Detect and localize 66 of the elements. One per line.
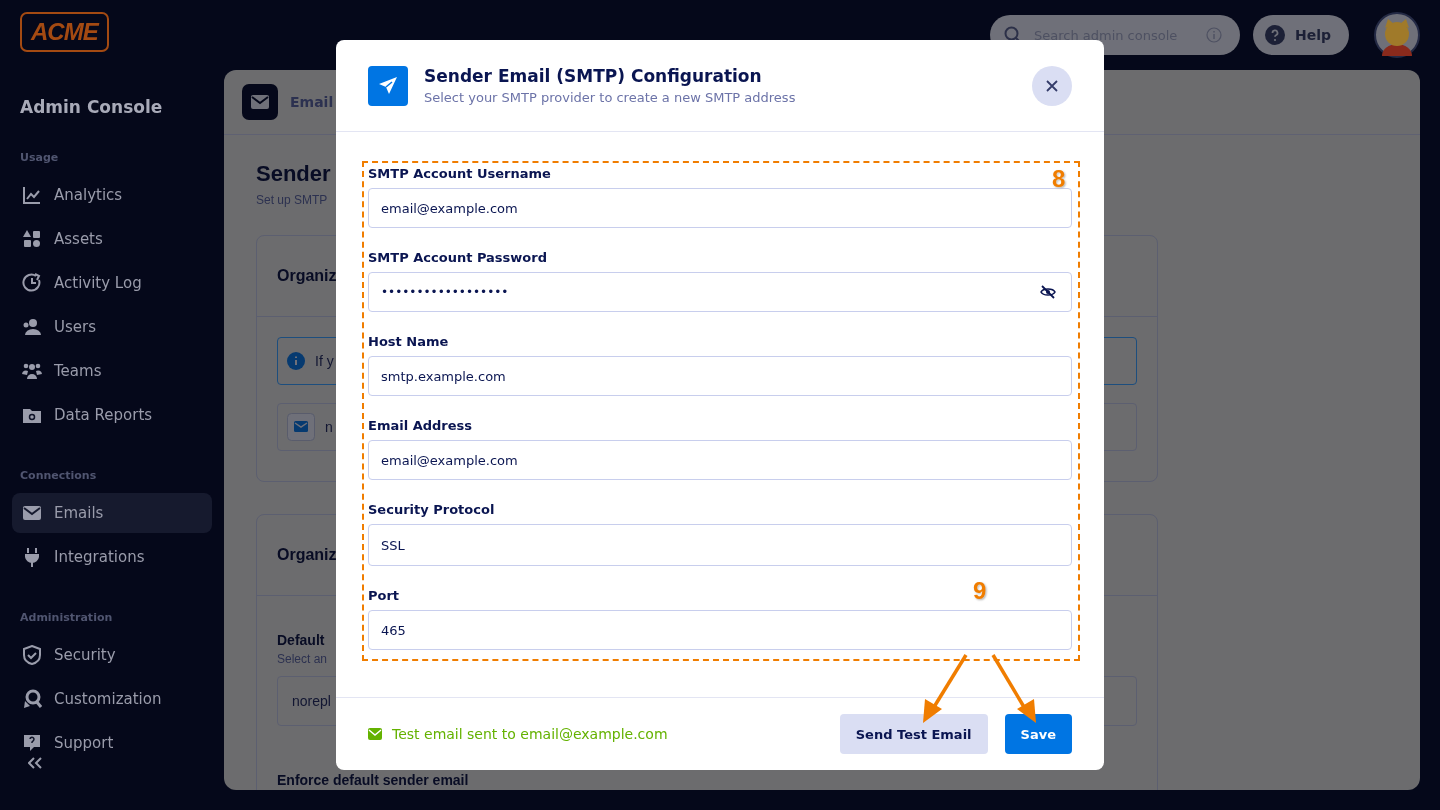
sidebar-item[interactable]: Activity Log bbox=[12, 263, 212, 303]
help-chat-icon bbox=[22, 733, 42, 753]
close-icon bbox=[1046, 79, 1058, 92]
dropdown-field[interactable]: SSL bbox=[368, 524, 1072, 566]
card-title: Organiz bbox=[277, 546, 337, 564]
section-heading: Connections bbox=[20, 469, 98, 483]
field-label: SMTP Account Password bbox=[368, 250, 547, 266]
eye-slash-icon bbox=[1040, 285, 1056, 299]
avatar bbox=[1374, 12, 1420, 58]
dialog-subtitle: Select your SMTP provider to create a new SMTP address bbox=[424, 90, 797, 105]
sidebar-item[interactable]: Security bbox=[12, 635, 212, 675]
sidebar-item[interactable]: Emails bbox=[12, 493, 212, 533]
sidebar-item[interactable]: Support bbox=[12, 723, 212, 763]
field-label: Email Address bbox=[368, 418, 472, 434]
logo: ACME bbox=[20, 12, 109, 52]
field-hint: Select an bbox=[277, 652, 328, 666]
send-test-button[interactable]: Send Test Email bbox=[839, 714, 988, 754]
info-icon bbox=[287, 352, 305, 370]
field-label: Default bbox=[277, 632, 325, 648]
sidebar-item[interactable]: Analytics bbox=[12, 175, 212, 215]
paper-plane-icon bbox=[368, 65, 408, 106]
question-icon bbox=[1264, 25, 1285, 45]
status-message: Test email sent to email@example.com bbox=[392, 726, 668, 742]
envelope-icon bbox=[242, 84, 278, 120]
shapes-icon bbox=[22, 229, 42, 249]
envelope-check-icon bbox=[368, 728, 382, 740]
field-label: SMTP Account Username bbox=[368, 166, 551, 182]
annotation-arrow bbox=[920, 653, 970, 725]
sidebar-item[interactable]: Teams bbox=[12, 351, 212, 391]
card-title: Organiz bbox=[277, 267, 337, 285]
user-icon bbox=[22, 317, 42, 337]
input-field[interactable]: smtp.example.com bbox=[368, 356, 1072, 396]
input-field[interactable]: email@example.com bbox=[368, 440, 1072, 480]
info-icon bbox=[1205, 27, 1222, 43]
sidebar-item[interactable]: Assets bbox=[12, 219, 212, 259]
sidebar-item[interactable]: Users bbox=[12, 307, 212, 347]
field-label: Host Name bbox=[368, 334, 449, 350]
password-field[interactable]: •••••••••••••••••• bbox=[368, 272, 1072, 312]
shield-icon bbox=[22, 645, 42, 665]
dialog-title: Sender Email (SMTP) Configuration bbox=[424, 66, 763, 86]
notice-text: If y bbox=[315, 353, 334, 369]
sender-email: n bbox=[325, 419, 333, 435]
annotation-number: 9 bbox=[973, 577, 987, 605]
collapse-icon bbox=[28, 757, 42, 769]
close-button[interactable] bbox=[1032, 65, 1072, 106]
sidebar-item[interactable]: Customization bbox=[12, 679, 212, 719]
page-title: Sender bbox=[256, 161, 331, 188]
field-label: Security Protocol bbox=[368, 502, 495, 518]
input-field[interactable]: email@example.com bbox=[368, 188, 1072, 228]
field-label: Port bbox=[368, 588, 400, 604]
envelope-icon bbox=[22, 503, 42, 523]
sidebar-item[interactable]: Integrations bbox=[12, 537, 212, 577]
clock-icon bbox=[22, 273, 42, 293]
section-heading: Administration bbox=[20, 611, 114, 625]
input-field[interactable]: 465 bbox=[368, 610, 1072, 650]
plug-icon bbox=[22, 547, 42, 567]
sidebar-item[interactable]: Data Reports bbox=[12, 395, 212, 435]
console-title: Admin Console bbox=[20, 97, 164, 119]
save-button[interactable]: Save bbox=[1004, 714, 1072, 754]
chart-icon bbox=[22, 185, 42, 205]
page-tab-title: Email bbox=[290, 94, 334, 110]
section-heading: Usage bbox=[20, 151, 60, 165]
page-subtitle: Set up SMTP bbox=[256, 193, 328, 207]
envelope-icon bbox=[287, 413, 315, 441]
option-label: Enforce default sender email bbox=[277, 772, 469, 788]
team-icon bbox=[22, 361, 42, 381]
